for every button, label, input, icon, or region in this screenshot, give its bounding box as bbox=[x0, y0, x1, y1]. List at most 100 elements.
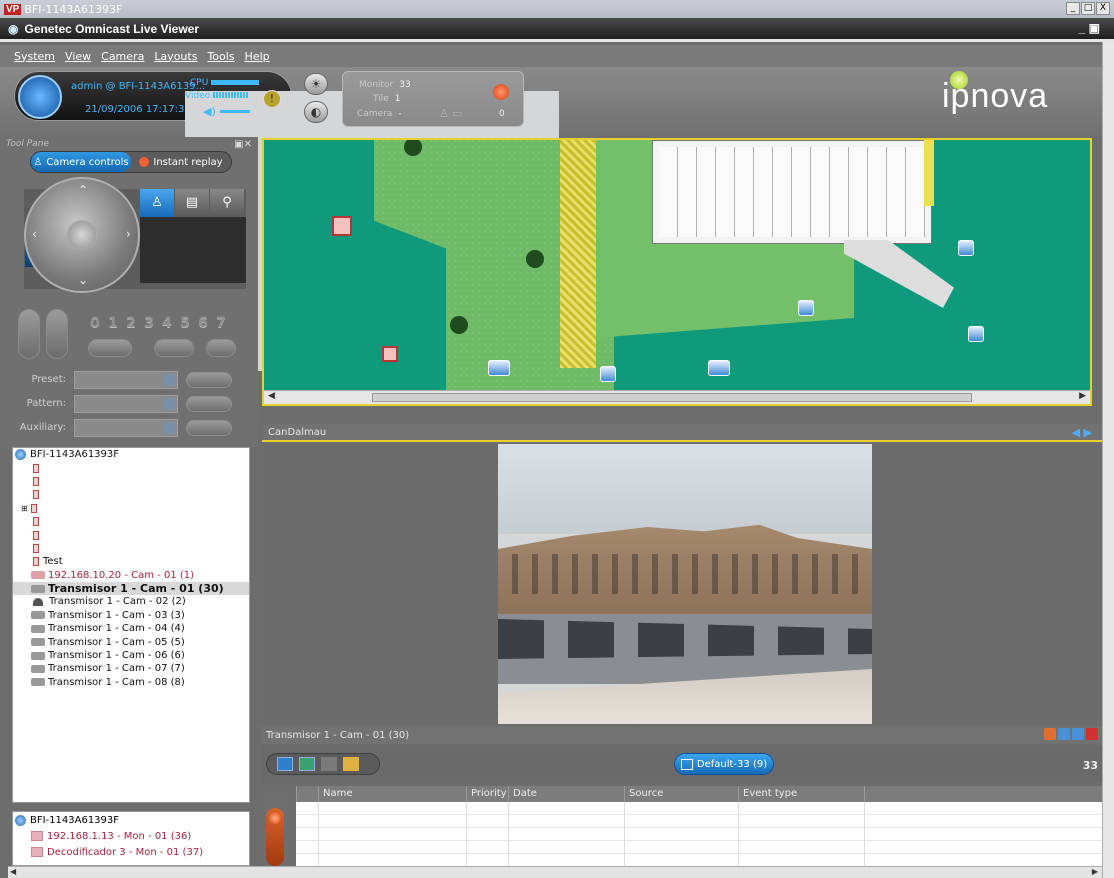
sun-button[interactable]: ☀ bbox=[304, 73, 328, 95]
scroll-left-icon[interactable]: ◀ bbox=[268, 391, 275, 401]
down-arrow-icon[interactable]: ⌄ bbox=[78, 273, 88, 287]
volume-slider[interactable] bbox=[220, 110, 250, 113]
tree-item-test[interactable]: Test bbox=[13, 555, 249, 568]
iris-button[interactable] bbox=[154, 339, 194, 357]
menu-layouts[interactable]: Layouts bbox=[154, 50, 197, 63]
auxiliary-select[interactable] bbox=[74, 419, 178, 437]
tree-camera[interactable]: Transmisor 1 - Cam - 06 (6) bbox=[13, 649, 249, 662]
scroll-right-icon[interactable]: ▶ bbox=[1092, 867, 1098, 876]
map-nav-arrows-icon[interactable]: ◀ ▶ bbox=[1072, 426, 1092, 439]
menu-help[interactable]: Help bbox=[245, 50, 270, 63]
camera-map-icon[interactable] bbox=[968, 326, 984, 342]
tree-camera[interactable]: Transmisor 1 - Cam - 02 (2) bbox=[13, 595, 249, 608]
expand-icon[interactable]: ⊞ bbox=[21, 504, 28, 513]
fullscreen-icon[interactable] bbox=[299, 757, 315, 771]
tree-camera[interactable]: Transmisor 1 - Cam - 03 (3) bbox=[13, 609, 249, 622]
copy-icon[interactable] bbox=[1058, 728, 1070, 740]
right-arrow-icon[interactable]: › bbox=[126, 227, 131, 241]
sync-icon[interactable] bbox=[321, 757, 337, 771]
up-arrow-icon[interactable]: ⌃ bbox=[78, 183, 88, 197]
palette-button[interactable]: ◐ bbox=[304, 101, 328, 123]
ptz-tab-folder[interactable]: ▤ bbox=[175, 189, 209, 217]
snapshot-icon[interactable] bbox=[1044, 728, 1056, 740]
number-0[interactable]: 0 bbox=[88, 315, 102, 331]
tree-item[interactable] bbox=[13, 488, 249, 501]
scroll-left-icon[interactable]: ◀ bbox=[10, 867, 16, 876]
menu-view[interactable]: View bbox=[65, 50, 91, 63]
map-horizontal-scrollbar[interactable]: ◀ ▶ bbox=[264, 390, 1090, 404]
monitor-item[interactable]: Decodificador 3 - Mon - 01 (37) bbox=[13, 844, 249, 860]
tree-item[interactable] bbox=[13, 528, 249, 541]
warning-icon[interactable]: ! bbox=[263, 90, 281, 108]
events-col-date[interactable]: Date bbox=[508, 786, 624, 802]
lock-button[interactable] bbox=[206, 339, 236, 357]
auxiliary-button[interactable] bbox=[186, 420, 232, 436]
pattern-play-button[interactable] bbox=[186, 396, 232, 412]
tree-camera[interactable]: 192.168.10.20 - Cam - 01 (1) bbox=[13, 569, 249, 582]
events-col-event-type[interactable]: Event type bbox=[738, 786, 864, 802]
menu-tools[interactable]: Tools bbox=[207, 50, 234, 63]
menu-camera[interactable]: Camera bbox=[101, 50, 144, 63]
camera-map-icon[interactable] bbox=[600, 366, 616, 382]
tree-camera-selected[interactable]: Transmisor 1 - Cam - 01 (30) bbox=[13, 581, 249, 596]
tree-camera[interactable]: Transmisor 1 - Cam - 04 (4) bbox=[13, 622, 249, 635]
tree-item[interactable] bbox=[13, 475, 249, 488]
record-icon[interactable] bbox=[1086, 728, 1098, 740]
camera-map-icon[interactable] bbox=[708, 360, 730, 376]
ptz-joystick[interactable]: ⌃ ⌄ ‹ › bbox=[24, 177, 140, 293]
camera-map-icon[interactable] bbox=[488, 360, 510, 376]
tree-item[interactable] bbox=[13, 461, 249, 474]
tab-camera-controls[interactable]: ♙ Camera controls bbox=[31, 152, 131, 172]
number-7[interactable]: 7 bbox=[214, 315, 228, 331]
monitor-item[interactable]: 192.168.1.13 - Mon - 01 (36) bbox=[13, 828, 249, 844]
camera-video-feed[interactable] bbox=[498, 444, 872, 724]
ptz-tab-search[interactable]: ⚲ bbox=[210, 189, 244, 217]
map-tile[interactable]: ◀ ▶ bbox=[262, 138, 1092, 406]
alarm-icon[interactable] bbox=[332, 216, 352, 236]
video-tile[interactable] bbox=[262, 444, 1102, 726]
globe-icon[interactable] bbox=[18, 75, 62, 119]
alarm-icon[interactable] bbox=[382, 346, 398, 362]
zoom-rocker-left[interactable] bbox=[18, 309, 40, 359]
tree-item[interactable] bbox=[13, 515, 249, 528]
layout-grid-icon[interactable] bbox=[277, 757, 293, 771]
number-2[interactable]: 2 bbox=[124, 315, 138, 331]
edit-icon[interactable] bbox=[343, 757, 359, 771]
joystick-center[interactable] bbox=[67, 220, 97, 250]
number-1[interactable]: 1 bbox=[106, 315, 120, 331]
export-icon[interactable] bbox=[1072, 728, 1084, 740]
app-window-controls[interactable]: _ ▣ bbox=[1079, 21, 1100, 35]
bottom-horizontal-scrollbar[interactable]: ◀ ▶ bbox=[8, 866, 1102, 878]
alarm-button[interactable] bbox=[266, 808, 284, 866]
focus-button[interactable] bbox=[88, 339, 132, 357]
layout-default-button[interactable]: Default-33 (9) bbox=[674, 753, 774, 775]
pattern-select[interactable] bbox=[74, 395, 178, 413]
events-col-source[interactable]: Source bbox=[624, 786, 738, 802]
number-6[interactable]: 6 bbox=[196, 315, 210, 331]
scroll-right-icon[interactable]: ▶ bbox=[1079, 391, 1086, 401]
monitor-tree-root[interactable]: BFI-1143A61393F bbox=[13, 812, 249, 828]
vertical-scrollbar[interactable] bbox=[1102, 42, 1114, 878]
tree-item[interactable] bbox=[13, 542, 249, 555]
tab-instant-replay[interactable]: Instant replay bbox=[131, 152, 231, 172]
number-5[interactable]: 5 bbox=[178, 315, 192, 331]
maximize-button[interactable]: □ bbox=[1081, 2, 1095, 15]
tool-pane-close-icon[interactable]: ▣✕ bbox=[234, 139, 252, 150]
tree-item[interactable]: ⊞ bbox=[13, 502, 249, 515]
number-3[interactable]: 3 bbox=[142, 315, 156, 331]
minimize-button[interactable]: _ bbox=[1066, 2, 1080, 15]
tree-camera[interactable]: Transmisor 1 - Cam - 05 (5) bbox=[13, 635, 249, 648]
events-col-name[interactable]: Name bbox=[318, 786, 466, 802]
preset-go-button[interactable] bbox=[186, 372, 232, 388]
map-scroll-thumb[interactable] bbox=[372, 393, 972, 402]
close-button[interactable]: X bbox=[1096, 2, 1110, 15]
record-icon[interactable] bbox=[493, 84, 509, 100]
ptz-tab-control[interactable]: ♙ bbox=[140, 189, 174, 217]
preset-select[interactable] bbox=[74, 371, 178, 389]
events-col-priority[interactable]: Priority bbox=[466, 786, 508, 802]
left-arrow-icon[interactable]: ‹ bbox=[32, 227, 37, 241]
speaker-icon[interactable]: ◀) bbox=[203, 105, 216, 118]
zoom-rocker-right[interactable] bbox=[46, 309, 68, 359]
menu-system[interactable]: System bbox=[14, 50, 55, 63]
tree-root[interactable]: BFI-1143A61393F bbox=[13, 448, 249, 461]
